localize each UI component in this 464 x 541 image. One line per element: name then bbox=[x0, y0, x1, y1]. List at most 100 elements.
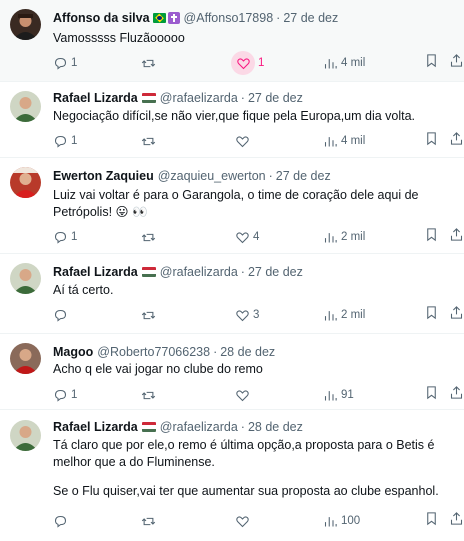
share-icon bbox=[450, 306, 463, 319]
author-name[interactable]: Rafael Lizarda bbox=[53, 420, 138, 434]
author-name[interactable]: Magoo bbox=[53, 345, 93, 359]
bookmark-button[interactable] bbox=[424, 511, 439, 531]
reply-button[interactable]: 1 bbox=[53, 385, 77, 405]
reply-count: 1 bbox=[71, 389, 78, 401]
author-handle[interactable]: @Affonso17898 bbox=[184, 11, 274, 25]
tweet-paragraph: Vamosssss Fluzãooooo bbox=[53, 31, 185, 45]
retweet-icon bbox=[141, 233, 156, 241]
reply-button[interactable] bbox=[53, 511, 68, 531]
timestamp[interactable]: 28 de dez bbox=[220, 345, 275, 359]
views-button[interactable]: 91 bbox=[323, 385, 354, 405]
author-name[interactable]: Ewerton Zaquieu bbox=[53, 169, 154, 183]
views-button[interactable]: 100 bbox=[323, 511, 360, 531]
reply-count: 1 bbox=[71, 231, 78, 243]
avatar[interactable] bbox=[10, 263, 41, 294]
views-button[interactable]: 4 mil bbox=[323, 131, 365, 151]
retweet-button[interactable] bbox=[141, 53, 156, 73]
views-count: 4 mil bbox=[341, 135, 366, 147]
like-button[interactable] bbox=[235, 385, 250, 405]
views-icon bbox=[324, 310, 337, 320]
bookmark-button[interactable] bbox=[424, 305, 439, 325]
brazil-flag-icon bbox=[152, 13, 166, 23]
author-handle[interactable]: @rafaelizarda bbox=[160, 91, 238, 105]
share-button[interactable] bbox=[449, 305, 464, 325]
author-name[interactable]: Rafael Lizarda bbox=[53, 265, 138, 279]
avatar[interactable] bbox=[10, 167, 41, 198]
avatar[interactable] bbox=[10, 9, 41, 40]
timestamp[interactable]: 27 de dez bbox=[276, 169, 331, 183]
avatar[interactable] bbox=[10, 420, 41, 451]
share-button[interactable] bbox=[449, 131, 464, 151]
tweet-paragraph: Tá claro que por ele,o remo é última opç… bbox=[53, 438, 435, 469]
timestamp[interactable]: 27 de dez bbox=[283, 11, 338, 25]
avatar[interactable] bbox=[10, 343, 41, 374]
share-button[interactable] bbox=[449, 385, 464, 405]
separator-dot: · bbox=[240, 420, 245, 434]
retweet-button[interactable] bbox=[141, 131, 156, 151]
like-button[interactable] bbox=[235, 131, 250, 151]
tweet-actions: 1 1 4 mil bbox=[53, 51, 463, 75]
reply-icon bbox=[54, 57, 67, 70]
tweet[interactable]: Ewerton Zaquieu @zaquieu_ewerton · 27 de… bbox=[0, 158, 464, 254]
timestamp[interactable]: 27 de dez bbox=[248, 91, 303, 105]
views-icon bbox=[324, 136, 337, 146]
tweet-paragraph: Luiz vai voltar é para o Garangola, o ti… bbox=[53, 188, 419, 219]
latin-cross-icon bbox=[167, 12, 180, 24]
avatar[interactable] bbox=[10, 91, 41, 122]
tweet[interactable]: Affonso da silva @Affonso17898 · 27 de d… bbox=[0, 0, 464, 82]
retweet-button[interactable] bbox=[141, 227, 156, 247]
tweet-text: Negociação difícil,se não vier,que fique… bbox=[53, 108, 452, 125]
author-handle[interactable]: @zaquieu_ewerton bbox=[158, 169, 266, 183]
tweet[interactable]: Rafael Lizarda @rafaelizarda · 28 de dez… bbox=[0, 410, 464, 541]
reply-icon bbox=[54, 135, 67, 148]
reply-button[interactable]: 1 bbox=[53, 227, 77, 247]
tweet-paragraph: Aí tá certo. bbox=[53, 283, 114, 297]
bookmark-button[interactable] bbox=[424, 53, 439, 73]
views-button[interactable]: 2 mil bbox=[323, 305, 365, 325]
reply-button[interactable] bbox=[53, 305, 68, 325]
retweet-button[interactable] bbox=[141, 305, 156, 325]
views-button[interactable]: 2 mil bbox=[323, 227, 365, 247]
retweet-icon bbox=[141, 311, 156, 319]
author-handle[interactable]: @rafaelizarda bbox=[160, 265, 238, 279]
author-handle[interactable]: @Roberto77066238 bbox=[97, 345, 210, 359]
views-icon bbox=[324, 232, 337, 242]
tweet[interactable]: Rafael Lizarda @rafaelizarda · 27 de dez… bbox=[0, 254, 464, 334]
reply-button[interactable]: 1 bbox=[53, 131, 77, 151]
timestamp[interactable]: 27 de dez bbox=[248, 265, 303, 279]
like-button[interactable]: 4 bbox=[235, 227, 259, 247]
timestamp[interactable]: 28 de dez bbox=[248, 420, 303, 434]
author-handle[interactable]: @rafaelizarda bbox=[160, 420, 238, 434]
views-button[interactable]: 4 mil bbox=[323, 53, 365, 73]
tweet-actions: 1 4 mil bbox=[53, 131, 463, 151]
author-name[interactable]: Rafael Lizarda bbox=[53, 91, 138, 105]
retweet-button[interactable] bbox=[141, 385, 156, 405]
like-button[interactable]: 1 bbox=[231, 51, 264, 75]
like-button[interactable] bbox=[235, 511, 250, 531]
views-icon bbox=[324, 58, 337, 68]
retweet-button[interactable] bbox=[141, 511, 156, 531]
like-highlight bbox=[231, 51, 255, 75]
tweet[interactable]: Rafael Lizarda @rafaelizarda · 27 de dez… bbox=[0, 82, 464, 158]
bookmark-icon bbox=[427, 386, 436, 400]
retweet-icon bbox=[141, 517, 156, 525]
like-button[interactable]: 3 bbox=[235, 305, 259, 325]
bookmark-button[interactable] bbox=[424, 385, 439, 405]
share-icon bbox=[450, 132, 463, 145]
share-button[interactable] bbox=[449, 53, 464, 73]
author-name[interactable]: Affonso da silva bbox=[53, 11, 150, 25]
separator-dot: · bbox=[240, 91, 245, 105]
retweet-icon bbox=[141, 59, 156, 67]
separator-dot: · bbox=[276, 11, 281, 25]
bookmark-button[interactable] bbox=[424, 131, 439, 151]
views-icon bbox=[324, 390, 337, 400]
tweet[interactable]: Magoo @Roberto77066238 · 28 de dez Acho … bbox=[0, 334, 464, 410]
share-button[interactable] bbox=[449, 511, 464, 531]
tweet-paragraph: Acho q ele vai jogar no clube do remo bbox=[53, 362, 263, 376]
share-icon bbox=[450, 228, 463, 241]
reply-button[interactable]: 1 bbox=[53, 53, 77, 73]
share-button[interactable] bbox=[449, 227, 464, 247]
bookmark-button[interactable] bbox=[424, 227, 439, 247]
bookmark-icon bbox=[427, 512, 436, 526]
views-count: 91 bbox=[341, 389, 354, 401]
